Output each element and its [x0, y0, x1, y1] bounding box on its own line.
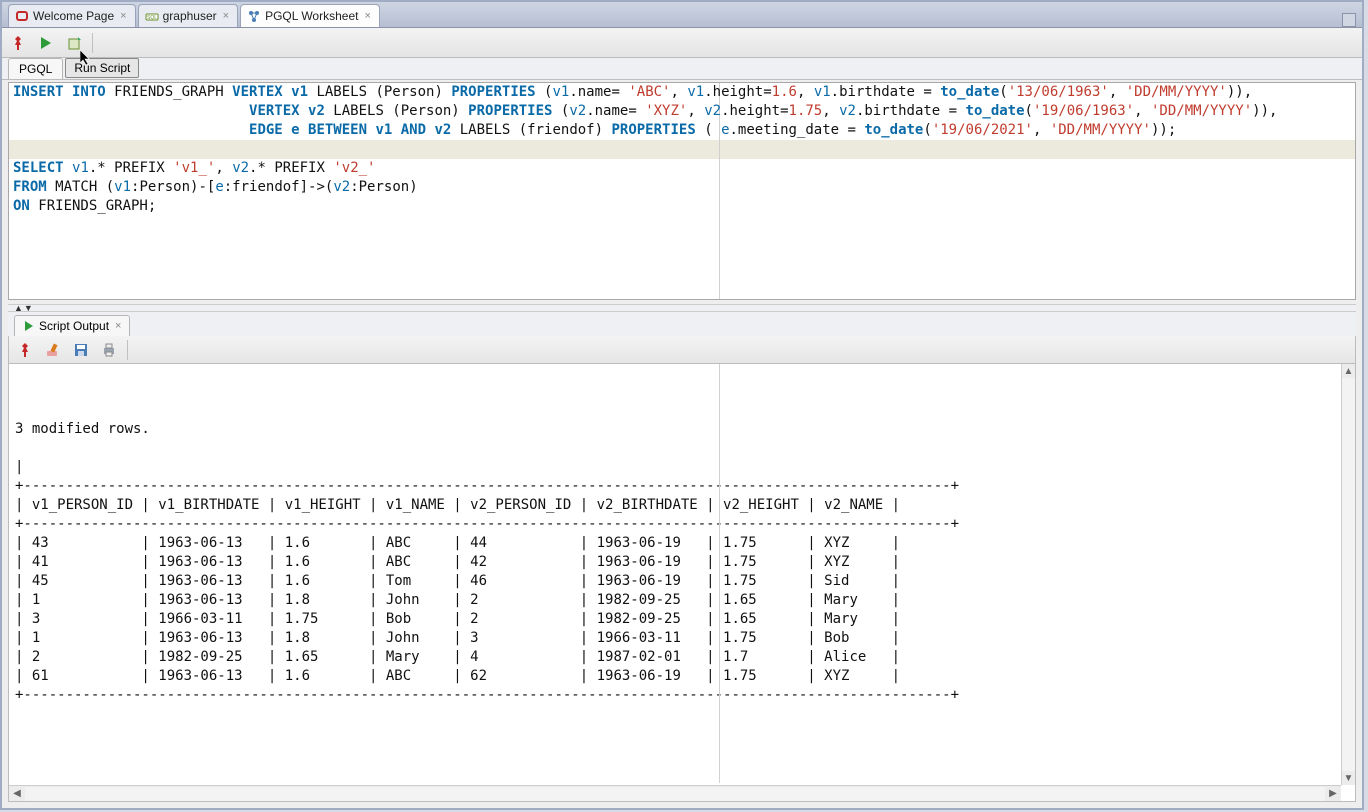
- graph-icon: [247, 9, 261, 23]
- script-output-panel: 3 modified rows. | +--------------------…: [8, 364, 1356, 802]
- run-script-button[interactable]: Run Script: [65, 58, 139, 78]
- pin-output-button[interactable]: [15, 340, 35, 360]
- tab-welcome-label: Welcome Page: [33, 9, 114, 23]
- tab-welcome-page[interactable]: Welcome Page ×: [8, 4, 136, 27]
- scroll-up-icon[interactable]: ▲: [1342, 364, 1355, 378]
- scroll-track[interactable]: [1342, 378, 1355, 771]
- horizontal-splitter[interactable]: ▲▼: [8, 304, 1356, 312]
- scroll-down-icon[interactable]: ▼: [1342, 771, 1355, 785]
- toolbar-divider: [127, 340, 128, 360]
- vertical-scrollbar[interactable]: ▲ ▼: [1341, 364, 1355, 785]
- editor-tabs: Welcome Page × SQL graphuser × PGQL Work…: [2, 2, 1362, 28]
- horizontal-scrollbar[interactable]: ◀ ▶: [9, 785, 1341, 801]
- scroll-left-icon[interactable]: ◀: [9, 787, 25, 801]
- output-tabs: Script Output ×: [8, 312, 1356, 336]
- run-button[interactable]: [36, 33, 56, 53]
- toolbar-divider: [92, 33, 93, 53]
- scroll-right-icon[interactable]: ▶: [1325, 787, 1341, 801]
- tab-script-output[interactable]: Script Output ×: [14, 315, 130, 336]
- output-ruler: [719, 364, 720, 783]
- worksheet-toolbar: [2, 28, 1362, 58]
- tab-graphuser[interactable]: SQL graphuser ×: [138, 4, 238, 27]
- tab-graphuser-label: graphuser: [163, 9, 217, 23]
- svg-text:SQL: SQL: [147, 15, 157, 21]
- close-icon[interactable]: ×: [120, 10, 126, 22]
- output-text[interactable]: 3 modified rows. | +--------------------…: [9, 378, 1355, 725]
- sql-icon: SQL: [145, 9, 159, 23]
- close-icon[interactable]: ×: [223, 10, 229, 22]
- tab-pgql-label: PGQL Worksheet: [265, 9, 358, 23]
- worksheet-subbar: PGQL Run Script: [2, 58, 1362, 80]
- tab-pgql-worksheet[interactable]: PGQL Worksheet ×: [240, 4, 380, 27]
- export-button[interactable]: [64, 33, 84, 53]
- scroll-track[interactable]: [25, 787, 1325, 801]
- code-content: INSERT INTO FRIENDS_GRAPH VERTEX v1 LABE…: [9, 83, 1355, 216]
- print-output-button[interactable]: [99, 340, 119, 360]
- save-output-button[interactable]: [71, 340, 91, 360]
- pin-button[interactable]: [8, 33, 28, 53]
- close-icon[interactable]: ×: [364, 10, 370, 22]
- output-toolbar: [8, 336, 1356, 364]
- oracle-icon: [15, 9, 29, 23]
- clear-output-button[interactable]: [43, 340, 63, 360]
- code-editor[interactable]: INSERT INTO FRIENDS_GRAPH VERTEX v1 LABE…: [8, 82, 1356, 300]
- restore-window-icon[interactable]: [1342, 13, 1356, 27]
- close-icon[interactable]: ×: [115, 320, 121, 332]
- pgql-language-tab[interactable]: PGQL: [8, 58, 63, 79]
- tab-script-output-label: Script Output: [39, 319, 109, 333]
- run-icon: [23, 320, 35, 332]
